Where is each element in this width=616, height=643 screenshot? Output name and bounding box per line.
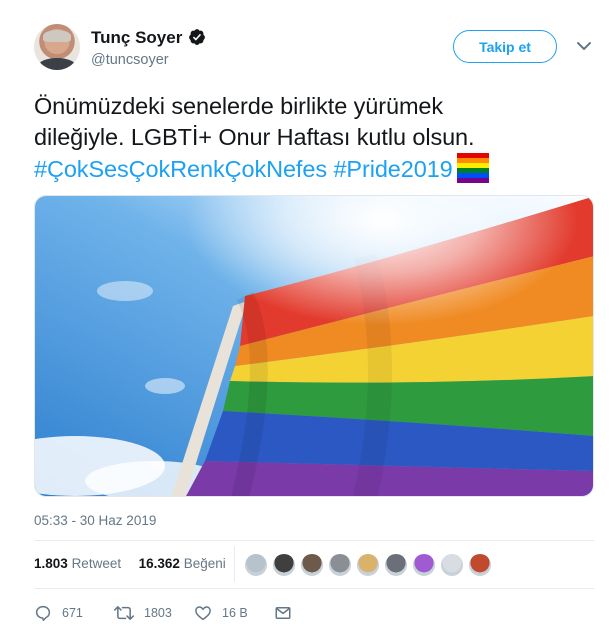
liker-avatar[interactable] (300, 553, 324, 577)
like-count[interactable]: 16.362 (139, 556, 180, 571)
reply-count: 671 (62, 606, 83, 620)
author-handle[interactable]: @tuncsoyer (91, 52, 169, 68)
divider (34, 540, 594, 541)
divider (34, 588, 594, 589)
retweet-icon (114, 606, 134, 620)
like-action-count: 16 B (222, 606, 248, 620)
liker-avatar[interactable] (384, 553, 408, 577)
direct-message-button[interactable] (274, 600, 302, 626)
heart-icon (195, 606, 211, 621)
avatar-hair (43, 30, 71, 42)
tweet-hashtag-line: #ÇokSesÇokRenkÇokNefes #Pride2019 (34, 153, 594, 185)
hashtag-link[interactable]: #ÇokSesÇokRenkÇokNefes (34, 156, 327, 182)
liker-avatar[interactable] (440, 553, 464, 577)
tweet-text-line-2: dileğiyle. LGBTİ+ Onur Haftası kutlu ols… (34, 124, 475, 150)
retweet-button[interactable]: 1803 (114, 600, 172, 626)
tweet-text-line-1: Önümüzdeki senelerde birlikte yürümek (34, 93, 444, 119)
liker-avatar[interactable] (244, 553, 268, 577)
like-label[interactable]: Beğeni (184, 556, 226, 571)
stats-separator (234, 546, 235, 582)
liker-avatar[interactable] (356, 553, 380, 577)
follow-button[interactable]: Takip et (453, 30, 557, 63)
reply-button[interactable]: 671 (34, 600, 83, 626)
rainbow-flag-photo-icon (35, 196, 593, 496)
liker-avatar[interactable] (328, 553, 352, 577)
like-button[interactable]: 16 B (194, 600, 248, 626)
tweet-photo[interactable] (34, 195, 594, 497)
tweet-actions: 671 1803 16 B (34, 600, 594, 626)
retweet-action-count: 1803 (144, 606, 172, 620)
tweet-timestamp[interactable]: 05:33 - 30 Haz 2019 (34, 513, 156, 528)
tweet-stats: 1.803 Retweet 16.362 Beğeni (34, 556, 226, 571)
liker-avatar[interactable] (412, 553, 436, 577)
envelope-icon (275, 607, 291, 619)
avatar-shirt (38, 58, 76, 70)
hashtag-link[interactable]: #Pride2019 (333, 156, 452, 182)
liker-avatar[interactable] (468, 553, 492, 577)
retweet-label[interactable]: Retweet (72, 556, 122, 571)
chevron-down-icon[interactable] (576, 40, 592, 52)
reply-icon (35, 605, 51, 622)
liker-avatar[interactable] (272, 553, 296, 577)
tweet-text: Önümüzdeki senelerde birlikte yürümek di… (34, 91, 594, 185)
rainbow-flag-emoji-icon (456, 153, 489, 183)
author-name[interactable]: Tunç Soyer (91, 28, 182, 48)
retweet-count[interactable]: 1.803 (34, 556, 68, 571)
tweet-card: Tunç Soyer @tuncsoyer Takip et Önümüzdek… (0, 0, 616, 643)
author-avatar[interactable] (34, 24, 80, 70)
verified-badge-icon (189, 29, 205, 45)
